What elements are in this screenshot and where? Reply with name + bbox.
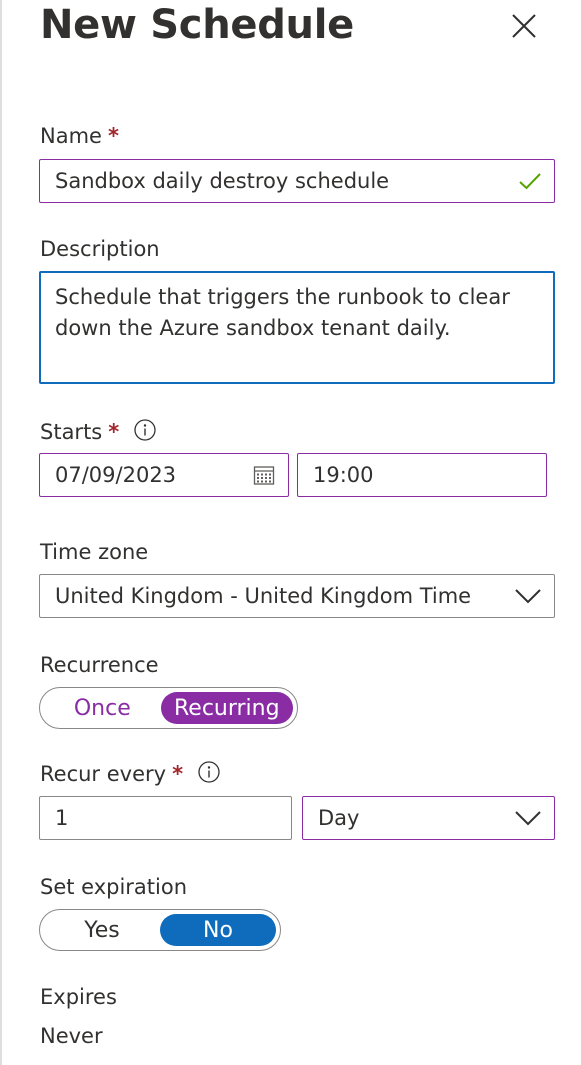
info-icon[interactable] [133, 418, 157, 442]
recur-unit-select[interactable]: Day [302, 796, 555, 840]
close-button[interactable] [508, 10, 540, 42]
expires-value: Never [40, 1024, 103, 1048]
checkmark-icon [519, 173, 541, 190]
panel-left-border [0, 0, 2, 1065]
info-icon[interactable] [197, 760, 221, 784]
name-value: Sandbox daily destroy schedule [55, 169, 390, 193]
time-zone-label: Time zone [40, 540, 149, 564]
recurrence-option-recurring[interactable]: Recurring [160, 692, 293, 724]
recur-count-value: 1 [55, 806, 69, 830]
recur-every-label: Recur every [40, 762, 167, 786]
time-zone-select[interactable]: United Kingdom - United Kingdom Time [39, 574, 555, 618]
required-marker: * [108, 420, 120, 444]
recurrence-label: Recurrence [40, 653, 159, 677]
time-zone-value: United Kingdom - United Kingdom Time [55, 584, 472, 608]
name-label: Name [40, 124, 102, 148]
required-marker: * [172, 762, 184, 786]
recur-count-input[interactable]: 1 [39, 796, 292, 840]
description-textarea[interactable]: Schedule that triggers the runbook to cl… [39, 271, 555, 384]
name-input[interactable]: Sandbox daily destroy schedule [39, 159, 555, 203]
recurrence-toggle[interactable]: Once Recurring [39, 687, 298, 729]
expiration-option-yes[interactable]: Yes [44, 914, 160, 946]
expires-label: Expires [40, 985, 117, 1009]
expiration-option-no[interactable]: No [160, 914, 276, 946]
recurrence-option-once[interactable]: Once [44, 692, 161, 724]
starts-label: Starts [40, 420, 103, 444]
description-label: Description [40, 237, 160, 261]
close-icon [512, 14, 536, 38]
chevron-down-icon [515, 589, 541, 604]
start-time-value: 19:00 [313, 463, 374, 487]
required-marker: * [107, 124, 119, 148]
starts-label-row: Starts * [40, 418, 157, 446]
start-date-input[interactable]: 07/09/2023 [39, 453, 289, 497]
page-title: New Schedule [40, 2, 354, 48]
set-expiration-toggle[interactable]: Yes No [39, 909, 281, 951]
recur-every-label-row: Recur every * [40, 760, 221, 788]
recur-unit-value: Day [318, 806, 360, 830]
calendar-icon[interactable] [252, 463, 276, 487]
name-label-row: Name * [40, 122, 119, 150]
start-date-value: 07/09/2023 [55, 463, 177, 487]
start-time-input[interactable]: 19:00 [297, 453, 547, 497]
set-expiration-label: Set expiration [40, 875, 188, 899]
description-value: Schedule that triggers the runbook to cl… [55, 285, 510, 340]
chevron-down-icon [515, 811, 541, 826]
